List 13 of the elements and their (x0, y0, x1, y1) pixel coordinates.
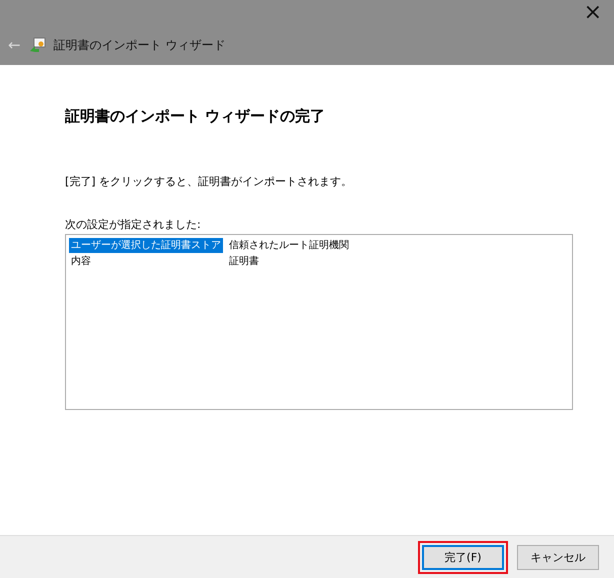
setting-name[interactable]: 内容 (69, 254, 93, 268)
wizard-title: 証明書のインポート ウィザード (54, 36, 226, 54)
description-text: [完了] をクリックすると、証明書がインポートされます。 (65, 174, 354, 189)
close-icon[interactable]: × (584, 2, 602, 24)
setting-name[interactable]: ユーザーが選択した証明書ストア (69, 238, 223, 252)
certificate-icon (28, 36, 46, 54)
settings-label: 次の設定が指定されました: (65, 217, 202, 232)
page-heading: 証明書のインポート ウィザードの完了 (65, 107, 326, 126)
setting-value: 証明書 (228, 254, 260, 268)
cancel-button[interactable]: キャンセル (517, 544, 599, 570)
settings-list[interactable]: ユーザーが選択した証明書ストア 信頼されたルート証明機関 内容 証明書 (65, 234, 573, 410)
finish-button[interactable]: 完了(F) (422, 544, 504, 570)
setting-value: 信頼されたルート証明機関 (228, 238, 350, 252)
